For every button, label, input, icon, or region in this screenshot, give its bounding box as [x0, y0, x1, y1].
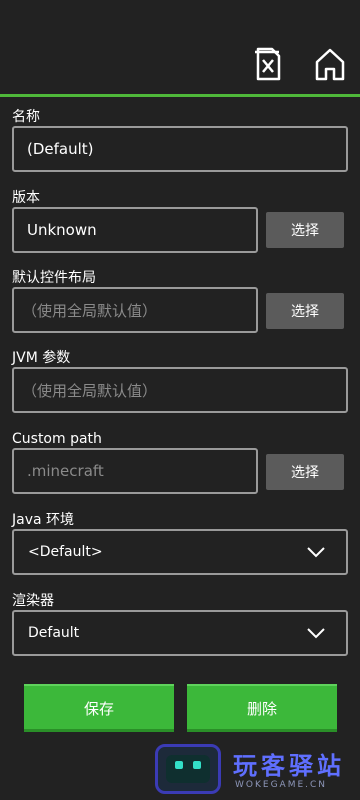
java-env-selected: <Default> [28, 544, 103, 560]
save-button[interactable]: 保存 [24, 684, 174, 732]
name-label: 名称 [12, 109, 40, 125]
version-label: 版本 [12, 190, 40, 206]
robot-logo-icon [155, 744, 221, 794]
delete-file-icon[interactable] [252, 47, 282, 81]
version-input[interactable]: Unknown [12, 207, 258, 253]
control-layout-input[interactable]: （使用全局默认值） [12, 287, 258, 333]
control-layout-select-button[interactable]: 选择 [266, 293, 344, 329]
renderer-selected: Default [28, 625, 80, 641]
watermark-subtitle: WOKEGAME.CN [235, 780, 328, 790]
chevron-down-icon [306, 626, 326, 644]
renderer-label: 渲染器 [12, 593, 54, 609]
version-select-button[interactable]: 选择 [266, 212, 344, 248]
watermark-title: 玩客驿站 [233, 752, 345, 780]
delete-button[interactable]: 删除 [187, 684, 337, 732]
name-input[interactable]: (Default) [12, 126, 348, 172]
jvm-args-label: JVM 参数 [12, 350, 71, 366]
control-layout-label: 默认控件布局 [12, 270, 96, 286]
renderer-dropdown[interactable]: Default [12, 610, 348, 656]
chevron-down-icon [306, 545, 326, 563]
custom-path-select-button[interactable]: 选择 [266, 454, 344, 490]
custom-path-label: Custom path [12, 431, 102, 447]
top-bar [0, 0, 360, 97]
java-env-dropdown[interactable]: <Default> [12, 529, 348, 575]
jvm-args-input[interactable]: （使用全局默认值） [12, 367, 348, 413]
watermark-logo: 玩客驿站 WOKEGAME.CN [155, 742, 360, 800]
home-icon[interactable] [314, 47, 346, 81]
java-env-label: Java 环境 [12, 512, 75, 528]
custom-path-input[interactable]: .minecraft [12, 448, 258, 494]
